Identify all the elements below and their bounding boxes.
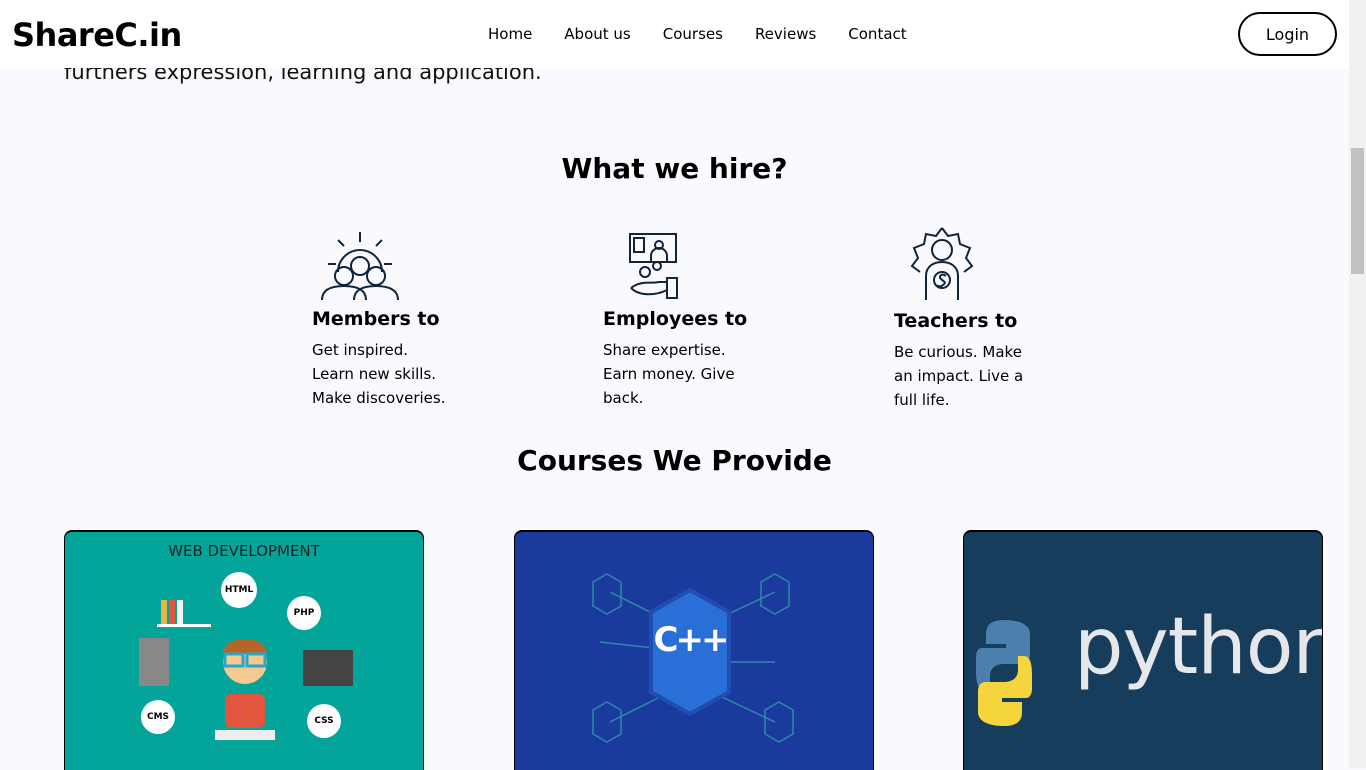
hire-text: Be curious. Make an impact. Live a full … (894, 343, 1024, 409)
hire-members: Members to Get inspired. Learn new skill… (312, 226, 472, 410)
navbar: ShareC.in Home About us Courses Reviews … (0, 0, 1349, 68)
python-logo-text: python (1074, 602, 1323, 692)
course-card-python[interactable]: python (963, 530, 1323, 770)
hire-title: Employees to (603, 308, 748, 330)
nav-reviews[interactable]: Reviews (755, 25, 816, 43)
hire-text: Get inspired. Learn new skills. Make dis… (312, 341, 446, 407)
nav-courses[interactable]: Courses (663, 25, 723, 43)
hand-money-icon (629, 233, 678, 299)
nav-contact[interactable]: Contact (848, 25, 906, 43)
courses-heading: Courses We Provide (517, 444, 832, 477)
hire-title: Teachers to (894, 310, 1018, 332)
scrollbar-thumb[interactable] (1351, 148, 1364, 274)
cpp-logo-text: C++ (653, 620, 730, 660)
hire-heading: What we hire? (561, 152, 788, 185)
hire-title: Members to (312, 308, 440, 330)
python-logo-icon (976, 620, 1032, 726)
nav-links: Home About us Courses Reviews Contact (488, 25, 907, 43)
logo[interactable]: ShareC.in (12, 16, 182, 54)
course-card-cpp[interactable]: C++ (514, 530, 874, 770)
hire-teachers: Teachers to Be curious. Make an impact. … (894, 226, 1054, 412)
card-image-title: WEB DEVELOPMENT (168, 542, 320, 560)
login-button[interactable]: Login (1238, 12, 1337, 56)
nav-home[interactable]: Home (488, 25, 532, 43)
hire-employees: Employees to Share expertise. Earn money… (603, 226, 763, 410)
scrollbar[interactable] (1349, 0, 1366, 768)
course-card-web-development[interactable]: WEB DEVELOPMENT HTML PHP CMS CSS (64, 530, 424, 770)
group-people-icon (321, 232, 399, 300)
hire-text: Share expertise. Earn money. Give back. (603, 341, 735, 407)
nav-about[interactable]: About us (564, 25, 630, 43)
developer-illustration (139, 600, 353, 740)
superhero-teacher-icon (910, 227, 974, 300)
